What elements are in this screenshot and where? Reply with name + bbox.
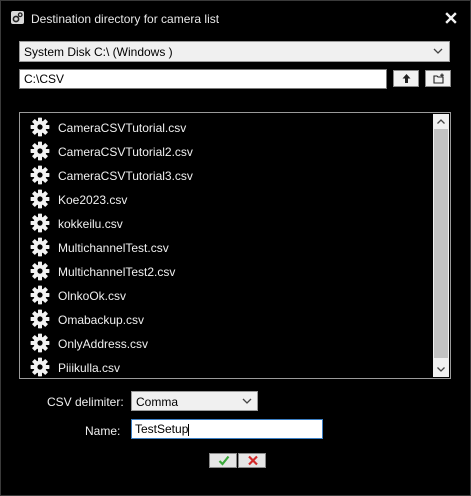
path-input[interactable]: C:\CSV xyxy=(19,69,387,89)
list-item[interactable]: kokkeilu.csv xyxy=(30,212,425,234)
delimiter-label: CSV delimiter: xyxy=(47,395,124,409)
new-folder-icon xyxy=(433,73,444,84)
file-name: Omabackup.csv xyxy=(58,313,145,327)
scrollbar[interactable] xyxy=(433,114,449,377)
file-name: kokkeilu.csv xyxy=(58,217,123,231)
list-item[interactable]: CameraCSVTutorial.csv xyxy=(30,116,425,138)
list-item[interactable]: MultichannelTest.csv xyxy=(30,236,425,258)
gear-icon xyxy=(30,237,50,260)
folder-up-button[interactable] xyxy=(393,70,419,87)
drive-select-value: System Disk C:\ (Windows ) xyxy=(24,45,173,59)
chevron-down-icon xyxy=(437,367,445,372)
checkmark-icon xyxy=(218,455,230,466)
list-item[interactable]: CameraCSVTutorial3.csv xyxy=(30,164,425,186)
gears-icon xyxy=(11,11,24,24)
delimiter-select-value: Comma xyxy=(136,395,179,409)
gear-icon xyxy=(30,117,50,140)
x-icon xyxy=(248,455,258,466)
file-name: CameraCSVTutorial.csv xyxy=(58,121,187,135)
list-item[interactable]: OnlyAddress.csv xyxy=(30,332,425,354)
list-item[interactable]: CameraCSVTutorial2.csv xyxy=(30,140,425,162)
arrow-up-icon xyxy=(402,74,411,83)
name-input-value: TestSetup xyxy=(135,422,189,436)
gear-icon xyxy=(30,285,50,308)
chevron-up-icon xyxy=(437,119,445,124)
file-name: Koe2023.csv xyxy=(58,193,128,207)
scroll-up-button[interactable] xyxy=(433,114,449,129)
new-folder-button[interactable] xyxy=(425,70,451,87)
window-title: Destination directory for camera list xyxy=(31,12,220,26)
file-name: OlnkoOk.csv xyxy=(58,289,127,303)
file-name: Piiikulla.csv xyxy=(58,361,121,375)
list-item[interactable]: Piiikulla.csv xyxy=(30,356,425,378)
file-name: CameraCSVTutorial2.csv xyxy=(58,145,193,159)
gear-icon xyxy=(30,189,50,212)
chevron-down-icon xyxy=(242,398,252,404)
name-label: Name: xyxy=(85,424,121,438)
list-item[interactable]: MultichannelTest2.csv xyxy=(30,260,425,282)
list-item[interactable]: OlnkoOk.csv xyxy=(30,284,425,306)
file-name: CameraCSVTutorial3.csv xyxy=(58,169,193,183)
text-caret xyxy=(188,423,190,436)
gear-icon xyxy=(30,261,50,284)
file-name: MultichannelTest2.csv xyxy=(58,265,176,279)
close-button[interactable] xyxy=(442,9,460,27)
delimiter-select[interactable]: Comma xyxy=(131,391,258,411)
dialog-window: Destination directory for camera list Sy… xyxy=(0,0,471,496)
scrollbar-thumb[interactable] xyxy=(434,129,448,358)
file-name: MultichannelTest.csv xyxy=(58,241,169,255)
title-bar[interactable]: Destination directory for camera list xyxy=(1,1,470,33)
gear-icon xyxy=(30,357,50,380)
gear-icon xyxy=(30,213,50,236)
ok-button[interactable] xyxy=(209,453,237,468)
file-list[interactable]: CameraCSVTutorial.csv CameraCSVTutorial2.… xyxy=(19,112,451,379)
scroll-down-button[interactable] xyxy=(433,362,449,377)
name-input[interactable]: TestSetup xyxy=(131,419,323,439)
file-name: OnlyAddress.csv xyxy=(58,337,149,351)
close-icon xyxy=(445,12,457,24)
gear-icon xyxy=(30,333,50,356)
drive-select[interactable]: System Disk C:\ (Windows ) xyxy=(19,41,450,62)
cancel-button[interactable] xyxy=(238,453,266,468)
list-item[interactable]: Koe2023.csv xyxy=(30,188,425,210)
list-item[interactable]: Omabackup.csv xyxy=(30,308,425,330)
gear-icon xyxy=(30,165,50,188)
chevron-down-icon xyxy=(433,48,443,54)
gear-icon xyxy=(30,141,50,164)
gear-icon xyxy=(30,309,50,332)
